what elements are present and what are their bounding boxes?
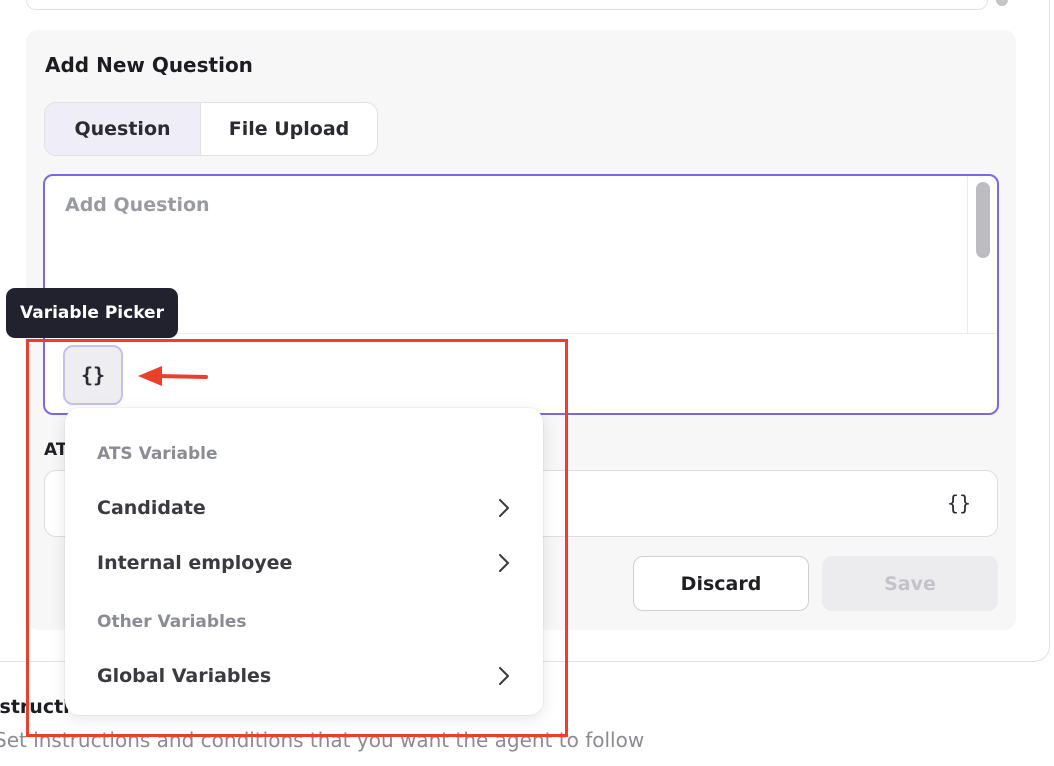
question-type-tabs: Question File Upload — [44, 102, 378, 156]
menu-item-label: Global Variables — [97, 665, 272, 687]
chevron-right-icon — [499, 554, 509, 572]
save-button[interactable]: Save — [822, 556, 998, 611]
menu-header-other: Other Variables — [97, 612, 247, 632]
variable-picker-tooltip: Variable Picker — [6, 288, 178, 338]
menu-header-ats: ATS Variable — [97, 444, 218, 464]
discard-button[interactable]: Discard — [633, 556, 809, 611]
question-scrollbar[interactable] — [967, 176, 997, 333]
menu-item-global-variables[interactable]: Global Variables — [65, 652, 543, 700]
curly-braces-icon[interactable]: {} — [947, 491, 971, 515]
variable-menu: ATS Variable Candidate Internal employee… — [65, 408, 543, 715]
tab-question[interactable]: Question — [45, 103, 201, 155]
chevron-right-icon — [499, 499, 509, 517]
annotation-arrow-icon — [138, 366, 208, 386]
previous-field[interactable] — [26, 0, 988, 10]
section-title: Add New Question — [45, 53, 253, 77]
menu-item-internal-employee[interactable]: Internal employee — [65, 539, 543, 587]
menu-item-label: Candidate — [97, 497, 206, 519]
question-scroll-thumb[interactable] — [976, 182, 990, 258]
menu-item-candidate[interactable]: Candidate — [65, 484, 543, 532]
tab-file-upload[interactable]: File Upload — [201, 103, 377, 155]
chevron-right-icon — [499, 667, 509, 685]
question-input[interactable] — [45, 176, 965, 332]
question-toolbar-divider — [45, 333, 997, 334]
menu-item-label: Internal employee — [97, 552, 293, 574]
